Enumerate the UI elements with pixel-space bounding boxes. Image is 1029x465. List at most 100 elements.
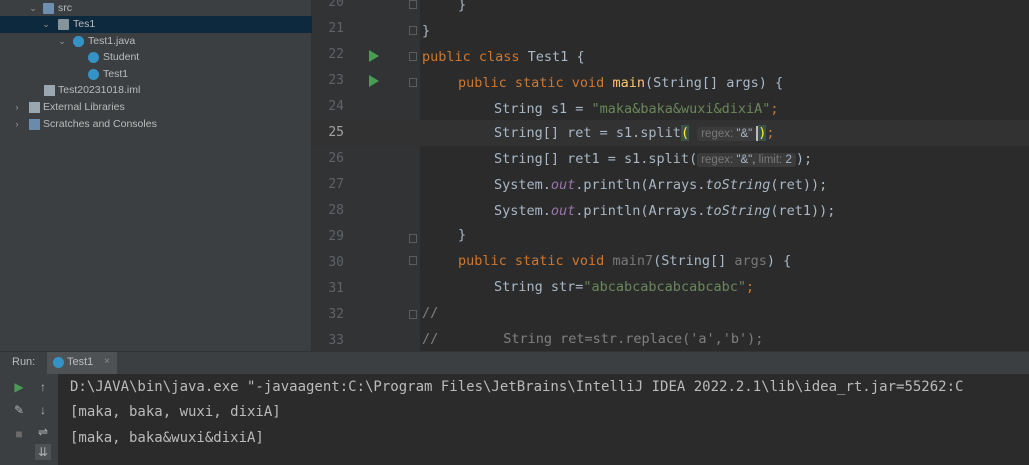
rerun-icon[interactable]: ▶ — [11, 379, 27, 395]
chevron-right-icon[interactable]: › — [12, 99, 22, 116]
tree-item-java-file[interactable]: ⌄ Test1.java — [0, 33, 312, 50]
arrow-down-icon[interactable]: ↓ — [35, 402, 51, 418]
chevron-down-icon[interactable]: ⌄ — [57, 33, 67, 50]
line-number: 25 — [328, 125, 344, 140]
code-line-29: } — [458, 222, 466, 248]
code-token: String s1 = — [494, 101, 592, 117]
code-token: // — [422, 305, 439, 321]
parameter-hint: regex: "&", limit: 2 — [697, 153, 796, 167]
code-token: System. — [494, 177, 551, 193]
code-token: "abcabcabcabcabcabc" — [583, 279, 746, 295]
folder-icon — [43, 3, 54, 14]
line-number: 20 — [328, 0, 344, 10]
console-line: [maka, baka, wuxi, dixiA] — [70, 404, 281, 420]
fold-marker-icon[interactable] — [409, 310, 417, 319]
project-tool-window: ⌄ src ⌄ Tes1 ⌄ Test1.java Student Test1 … — [0, 0, 312, 351]
fold-marker-icon[interactable] — [409, 0, 417, 9]
class-icon — [88, 69, 99, 80]
tree-item-label: Student — [103, 51, 140, 63]
line-number: 23 — [328, 73, 344, 88]
fold-marker-icon[interactable] — [409, 78, 417, 87]
code-token: Test1 { — [527, 49, 585, 65]
code-line-26: String[] ret1 = s1.split(regex: "&", lim… — [494, 146, 812, 172]
code-line-22: public class Test1 { — [422, 44, 585, 70]
code-line-32: // — [422, 300, 438, 326]
code-token: public static void — [458, 75, 613, 91]
code-token: public class — [422, 49, 528, 65]
code-token: String[] ret1 = s1.split( — [494, 151, 698, 167]
code-token: ; — [766, 125, 775, 141]
tree-item-iml[interactable]: Test20231018.iml — [0, 82, 312, 99]
wrench-icon[interactable]: ✎ — [11, 402, 27, 418]
fold-marker-icon[interactable] — [409, 234, 417, 243]
code-token: .println(Arrays. — [575, 203, 706, 219]
tree-item-label: Test1 — [103, 68, 129, 80]
code-token: // String ret=str.replace('a','b'); — [422, 331, 764, 347]
tree-item-external-libraries[interactable]: › External Libraries — [0, 99, 312, 116]
hint-value: "&" — [736, 128, 753, 140]
line-number: 24 — [328, 99, 344, 114]
tree-item-class-test1[interactable]: Test1 — [0, 66, 312, 83]
chevron-right-icon[interactable]: › — [12, 116, 22, 133]
package-icon — [58, 19, 69, 30]
tree-item-label: Test20231018.iml — [58, 84, 141, 96]
line-number: 32 — [328, 307, 344, 322]
console-line: D:\JAVA\bin\java.exe "-javaagent:C:\Prog… — [70, 379, 964, 395]
class-icon — [88, 52, 99, 63]
code-line-24: String s1 = "maka&baka&wuxi&dixiA"; — [494, 96, 779, 122]
hint-label: limit: — [758, 154, 783, 166]
tree-item-scratches[interactable]: › Scratches and Consoles — [0, 116, 312, 133]
code-token: (ret)); — [770, 177, 828, 193]
code-token: } — [458, 227, 467, 243]
code-token: String[] ret = s1.split — [494, 125, 681, 141]
run-tab-test1[interactable]: Test1 × — [47, 352, 117, 375]
fold-marker-icon[interactable] — [409, 256, 417, 265]
scroll-to-end-icon[interactable]: ⇊ — [35, 444, 51, 460]
library-icon — [29, 102, 40, 113]
code-line-28: System.out.println(Arrays.toString(ret1)… — [494, 198, 835, 224]
code-token: } — [458, 0, 467, 13]
code-token: ); — [795, 151, 813, 167]
code-token: (ret1)); — [770, 203, 836, 219]
tree-item-package[interactable]: ⌄ Tes1 — [0, 16, 312, 33]
close-icon[interactable]: × — [104, 356, 110, 367]
code-line-33: // String ret=str.replace('a','b'); — [422, 326, 763, 352]
code-line-20: } — [458, 0, 466, 18]
code-token: (String[] args) { — [644, 75, 784, 91]
hint-value: "&", — [736, 154, 756, 166]
hint-label: regex: — [701, 128, 734, 140]
code-token: ; — [745, 279, 755, 295]
soft-wrap-icon[interactable]: ⇌ — [35, 424, 51, 440]
run-label: Run: — [12, 356, 36, 368]
run-gutter-icon[interactable] — [369, 75, 379, 87]
code-token: main — [612, 75, 645, 91]
code-token: out — [550, 177, 576, 193]
code-line-25: String[] ret = s1.split( regex: "&"); — [494, 120, 775, 146]
fold-marker-icon[interactable] — [409, 52, 417, 61]
code-token: (String[] — [653, 253, 735, 269]
code-token: } — [422, 23, 431, 39]
hint-label: regex: — [701, 154, 734, 166]
console-line: [maka, baka&wuxi&dixiA] — [70, 430, 264, 446]
code-token: ) { — [766, 253, 792, 269]
stop-icon[interactable]: ■ — [11, 426, 27, 442]
run-tool-window-header: Run: Test1 × — [0, 351, 1029, 375]
fold-marker-icon[interactable] — [409, 26, 417, 35]
chevron-down-icon[interactable]: ⌄ — [41, 16, 51, 33]
scratches-icon — [29, 119, 40, 130]
tree-item-label: src — [58, 2, 72, 14]
code-line-31: String str="abcabcabcabcabcabc"; — [494, 274, 754, 300]
java-file-icon — [73, 36, 84, 47]
code-line-21: } — [422, 18, 430, 44]
code-token: ( — [680, 125, 690, 141]
line-number: 29 — [328, 229, 344, 244]
chevron-down-icon[interactable]: ⌄ — [28, 0, 38, 17]
module-file-icon — [44, 85, 55, 96]
code-token: System. — [494, 203, 551, 219]
class-icon — [53, 357, 64, 368]
tree-item-class-student[interactable]: Student — [0, 49, 312, 66]
tree-item-src[interactable]: ⌄ src — [0, 0, 312, 17]
run-tab-title: Test1 — [67, 356, 94, 368]
run-gutter-icon[interactable] — [369, 50, 379, 62]
arrow-up-icon[interactable]: ↑ — [35, 379, 51, 395]
